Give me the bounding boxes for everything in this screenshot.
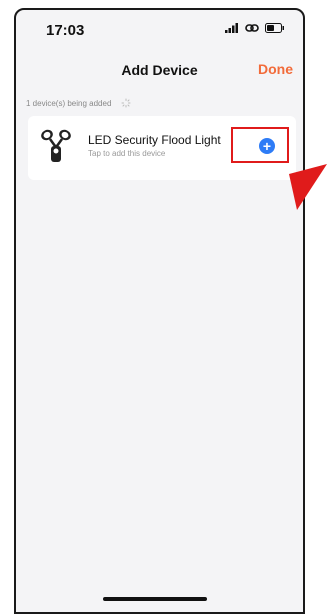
callout-arrow-icon — [289, 164, 327, 210]
status-icons — [225, 23, 285, 33]
add-circle-icon: + — [262, 138, 272, 154]
flood-light-icon — [41, 129, 71, 162]
signal-icon — [225, 23, 238, 33]
battery-icon — [265, 23, 284, 33]
status-time: 17:03 — [46, 22, 85, 39]
device-name: LED Security Flood Light — [88, 133, 221, 147]
add-device-button[interactable]: + — [259, 138, 275, 154]
nav-bar: Add Device Done — [16, 52, 303, 86]
phone-screen: 17:03 Add Device Done 1 device(s) being … — [14, 8, 305, 614]
status-bar: 17:03 — [16, 10, 303, 50]
device-subtitle: Tap to add this device — [88, 149, 166, 158]
done-button[interactable]: Done — [258, 61, 293, 77]
home-indicator — [103, 597, 207, 601]
section-label-text: 1 device(s) being added — [26, 98, 112, 108]
link-icon — [245, 24, 259, 32]
devices-being-added-label: 1 device(s) being added — [26, 98, 131, 108]
loading-spinner-icon — [121, 98, 131, 108]
